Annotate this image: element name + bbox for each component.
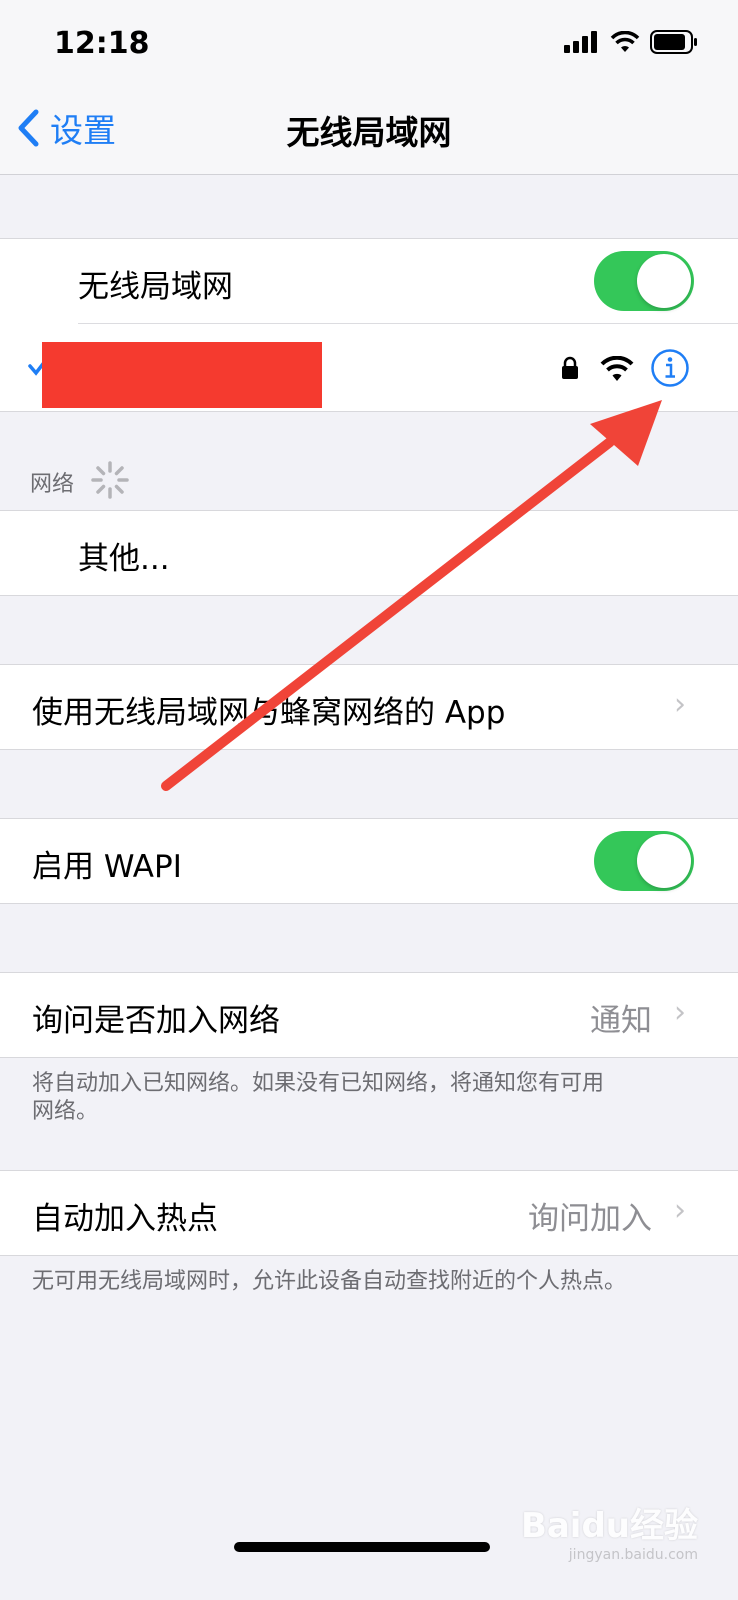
networks-section-header: 网络 xyxy=(30,472,75,497)
wifi-status-icon xyxy=(610,31,640,52)
wapi-label: 启用 WAPI xyxy=(32,849,182,885)
wifi-toggle-row: 无线局域网 xyxy=(0,239,738,323)
loading-spinner-icon xyxy=(91,461,129,499)
status-icons xyxy=(564,30,698,54)
ask-to-join-value: 通知 xyxy=(590,1003,652,1039)
wifi-toggle-label: 无线局域网 xyxy=(78,269,233,305)
ask-to-join-row[interactable]: 询问是否加入网络 通知 › xyxy=(0,973,738,1057)
wapi-group: 启用 WAPI xyxy=(0,818,738,904)
other-network-row[interactable]: 其他... xyxy=(0,511,738,595)
networks-group: 其他... xyxy=(0,510,738,596)
apps-using-network-label: 使用无线局域网与蜂窝网络的 App xyxy=(32,695,506,731)
watermark-sub: jingyan.baidu.com xyxy=(568,1547,698,1563)
redacted-network-name xyxy=(42,342,322,408)
chevron-right-icon: › xyxy=(674,995,686,1030)
wapi-row: 启用 WAPI xyxy=(0,819,738,903)
page-title: 无线局域网 xyxy=(286,113,452,152)
battery-icon xyxy=(650,30,697,54)
other-network-label: 其他... xyxy=(78,541,170,577)
auto-join-hotspot-value: 询问加入 xyxy=(528,1201,652,1237)
home-indicator[interactable] xyxy=(234,1542,490,1552)
baidu-watermark: Baidu经验 jingyan.baidu.com xyxy=(521,1498,698,1563)
ask-join-group: 询问是否加入网络 通知 › xyxy=(0,972,738,1058)
apps-group: 使用无线局域网与蜂窝网络的 App › xyxy=(0,664,738,750)
cellular-signal-icon xyxy=(564,31,597,53)
chevron-right-icon: › xyxy=(674,1193,686,1228)
info-icon[interactable] xyxy=(650,348,690,388)
auto-join-hotspot-footer: 无可用无线局域网时，允许此设备自动查找附近的个人热点。 xyxy=(32,1269,627,1294)
wifi-toggle-switch[interactable] xyxy=(594,251,694,311)
connected-network-row[interactable] xyxy=(0,324,738,410)
status-time: 12:18 xyxy=(54,26,150,61)
ask-to-join-label: 询问是否加入网络 xyxy=(32,1003,280,1039)
chevron-right-icon: › xyxy=(674,687,686,722)
wifi-signal-icon xyxy=(600,356,634,381)
auto-hotspot-group: 自动加入热点 询问加入 › xyxy=(0,1170,738,1256)
ask-to-join-footer: 将自动加入已知网络。如果没有已知网络，将通知您有可用网络。 xyxy=(32,1071,605,1124)
auto-join-hotspot-label: 自动加入热点 xyxy=(32,1201,218,1237)
auto-join-hotspot-row[interactable]: 自动加入热点 询问加入 › xyxy=(0,1171,738,1255)
wapi-toggle-switch[interactable] xyxy=(594,831,694,891)
lock-icon xyxy=(562,356,578,379)
apps-using-network-row[interactable]: 使用无线局域网与蜂窝网络的 App › xyxy=(0,665,738,749)
watermark-text: Baidu经验 xyxy=(520,1506,698,1546)
wifi-group: 无线局域网 xyxy=(0,238,738,412)
